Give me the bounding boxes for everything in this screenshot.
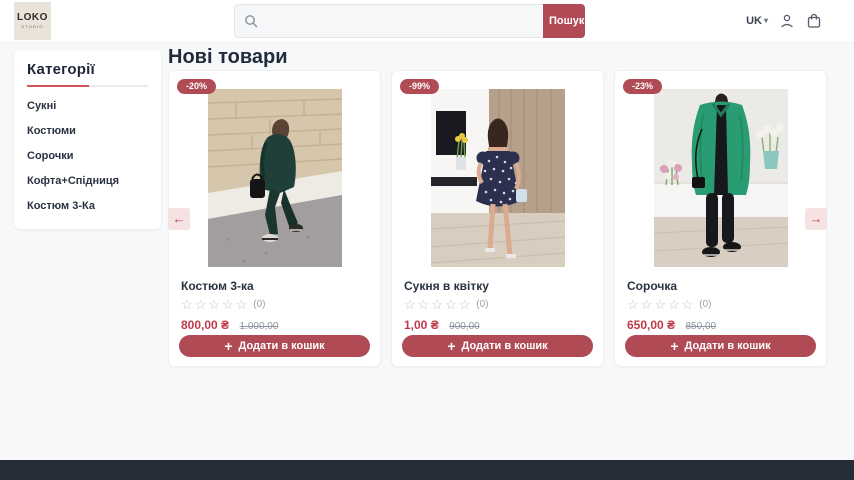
language-label: UK bbox=[746, 15, 762, 27]
star-icon: ☆ bbox=[654, 298, 666, 311]
add-to-cart-label: Додати в кошик bbox=[685, 340, 771, 352]
price-row: 1,00 ₴ 900,00 bbox=[404, 317, 591, 333]
shopping-bag-icon bbox=[806, 13, 822, 29]
chevron-down-icon: ▾ bbox=[764, 17, 768, 25]
old-price: 900,00 bbox=[449, 321, 480, 332]
price-row: 800,00 ₴ 1.000,00 bbox=[181, 317, 368, 333]
product-title[interactable]: Сорочка bbox=[627, 280, 814, 292]
add-to-cart-button[interactable]: + Додати в кошик bbox=[179, 335, 370, 357]
rating-count: (0) bbox=[476, 300, 488, 310]
product-image[interactable] bbox=[654, 89, 788, 267]
sidebar-title: Категорії bbox=[27, 61, 148, 78]
logo-name: LOKO bbox=[17, 13, 48, 23]
rating: ☆ ☆ ☆ ☆ ☆ (0) bbox=[404, 298, 591, 311]
account-button[interactable] bbox=[779, 13, 795, 29]
old-price: 1.000,00 bbox=[240, 321, 279, 332]
price-row: 650,00 ₴ 850,00 bbox=[627, 317, 814, 333]
add-to-cart-button[interactable]: + Додати в кошик bbox=[402, 335, 593, 357]
current-price: 1,00 ₴ bbox=[404, 318, 439, 332]
sidebar-item-kofta-spidnytsia[interactable]: Кофта+Спідниця bbox=[27, 176, 148, 187]
language-selector[interactable]: UK ▾ bbox=[746, 15, 768, 27]
plus-icon: + bbox=[224, 339, 232, 353]
page-title: Нові товари bbox=[168, 46, 287, 69]
rating: ☆ ☆ ☆ ☆ ☆ (0) bbox=[627, 298, 814, 311]
carousel-next-button[interactable]: → bbox=[805, 208, 827, 230]
add-to-cart-button[interactable]: + Додати в кошик bbox=[625, 335, 816, 357]
category-list: Сукні Костюми Сорочки Кофта+Спідниця Кос… bbox=[27, 101, 148, 212]
star-icon: ☆ bbox=[682, 298, 694, 311]
header: LOKO STUDIO Пошук UK ▾ bbox=[0, 0, 854, 43]
old-price: 850,00 bbox=[686, 321, 717, 332]
current-price: 650,00 ₴ bbox=[627, 318, 675, 332]
rating: ☆ ☆ ☆ ☆ ☆ (0) bbox=[181, 298, 368, 311]
discount-badge: -99% bbox=[400, 79, 439, 94]
search-icon bbox=[244, 14, 258, 28]
star-icon: ☆ bbox=[236, 298, 248, 311]
search-bar: Пошук bbox=[234, 4, 585, 38]
cart-button[interactable] bbox=[806, 13, 822, 29]
sidebar-item-kostiumy[interactable]: Костюми bbox=[27, 126, 148, 137]
product-card[interactable]: -20% bbox=[168, 70, 381, 367]
search-button[interactable]: Пошук bbox=[543, 4, 585, 38]
search-box[interactable] bbox=[234, 4, 543, 38]
sidebar-item-sukni[interactable]: Сукні bbox=[27, 101, 148, 112]
rating-count: (0) bbox=[699, 300, 711, 310]
divider bbox=[27, 85, 148, 87]
star-icon: ☆ bbox=[668, 298, 680, 311]
star-icon: ☆ bbox=[222, 298, 234, 311]
star-icon: ☆ bbox=[641, 298, 653, 311]
logo-subtitle: STUDIO bbox=[21, 24, 43, 29]
star-icon: ☆ bbox=[445, 298, 457, 311]
product-grid: -20% bbox=[168, 70, 827, 367]
photo-floral-dress bbox=[431, 89, 565, 267]
storefront-page: LOKO STUDIO Пошук UK ▾ bbox=[0, 0, 854, 480]
star-icon: ☆ bbox=[627, 298, 639, 311]
star-icon: ☆ bbox=[431, 298, 443, 311]
add-to-cart-label: Додати в кошик bbox=[462, 340, 548, 352]
product-image[interactable] bbox=[208, 89, 342, 267]
plus-icon: + bbox=[447, 339, 455, 353]
discount-badge: -20% bbox=[177, 79, 216, 94]
user-icon bbox=[779, 13, 795, 29]
product-title[interactable]: Сукня в квітку bbox=[404, 280, 591, 292]
star-icon: ☆ bbox=[404, 298, 416, 311]
star-icon: ☆ bbox=[208, 298, 220, 311]
add-to-cart-label: Додати в кошик bbox=[239, 340, 325, 352]
discount-badge: -23% bbox=[623, 79, 662, 94]
logo[interactable]: LOKO STUDIO bbox=[14, 2, 51, 40]
star-icon: ☆ bbox=[195, 298, 207, 311]
header-actions: UK ▾ bbox=[746, 0, 822, 42]
sidebar-item-sorochky[interactable]: Сорочки bbox=[27, 151, 148, 162]
product-card[interactable]: -23% bbox=[614, 70, 827, 367]
categories-sidebar: Категорії Сукні Костюми Сорочки Кофта+Сп… bbox=[14, 50, 161, 229]
rating-count: (0) bbox=[253, 300, 265, 310]
photo-green-suit bbox=[208, 89, 342, 267]
star-icon: ☆ bbox=[459, 298, 471, 311]
photo-green-shirt bbox=[654, 89, 788, 267]
search-input[interactable] bbox=[264, 13, 534, 29]
plus-icon: + bbox=[670, 339, 678, 353]
carousel-prev-button[interactable]: ← bbox=[168, 208, 190, 230]
star-icon: ☆ bbox=[181, 298, 193, 311]
product-title[interactable]: Костюм 3-ка bbox=[181, 280, 368, 292]
footer bbox=[0, 460, 854, 480]
current-price: 800,00 ₴ bbox=[181, 318, 229, 332]
star-icon: ☆ bbox=[418, 298, 430, 311]
sidebar-item-kostium-3ka[interactable]: Костюм 3-Ка bbox=[27, 201, 148, 212]
product-image[interactable] bbox=[431, 89, 565, 267]
product-card[interactable]: -99% bbox=[391, 70, 604, 367]
